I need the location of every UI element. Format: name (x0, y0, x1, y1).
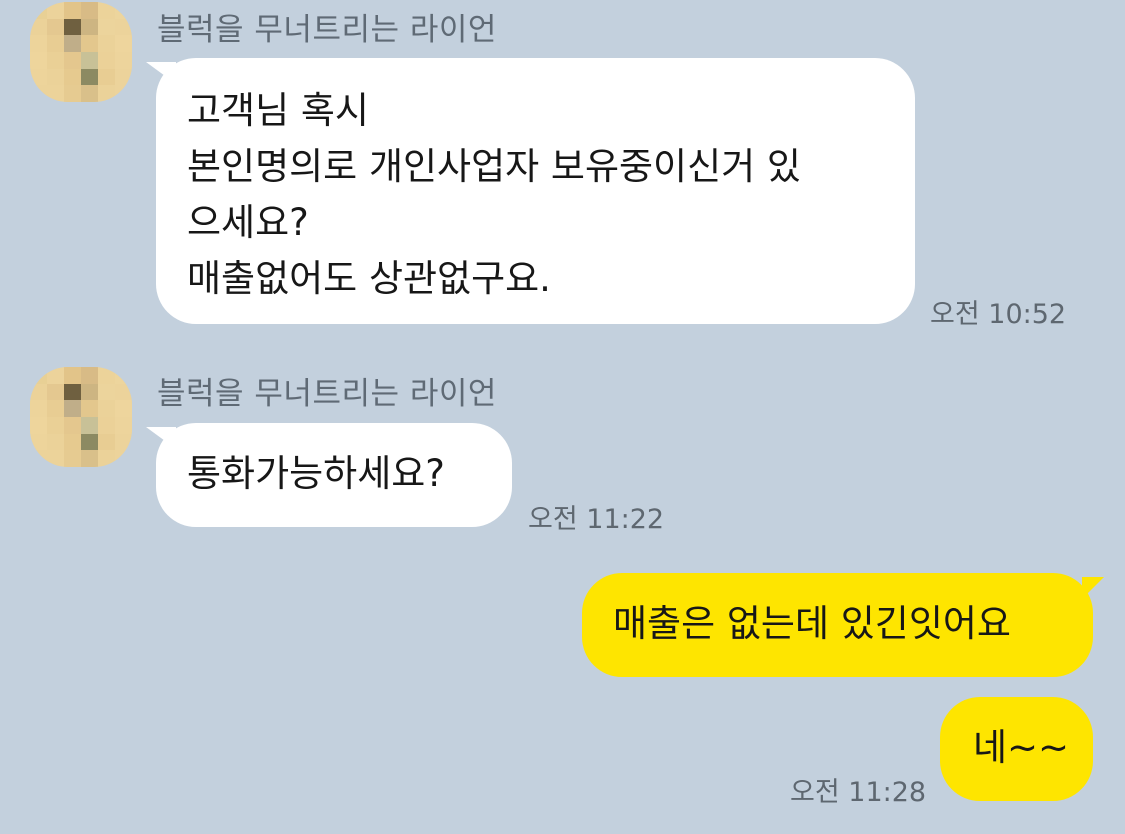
message-text-line: 으세요? (187, 201, 309, 244)
message-text-line: 네~~ (973, 726, 1070, 769)
message-bubble[interactable]: 고객님 혹시 본인명의로 개인사업자 보유중이신거 있 으세요? 매출없어도 상… (156, 58, 915, 324)
bubble-tail (1082, 577, 1104, 599)
message-text-line: 매출없어도 상관없구요. (187, 257, 551, 300)
message-bubble[interactable]: 통화가능하세요? (156, 423, 512, 527)
sender-name: 블럭을 무너트리는 라이언 (157, 376, 497, 412)
message-text-line: 고객님 혹시 (187, 89, 369, 132)
message-time: 오전 11:22 (528, 504, 665, 535)
sender-name: 블럭을 무너트리는 라이언 (157, 12, 497, 48)
message-bubble[interactable]: 매출은 없는데 있긴잇어요 (582, 573, 1093, 677)
avatar[interactable] (30, 367, 132, 467)
message-time: 오전 11:28 (790, 777, 927, 808)
message-text-line: 본인명의로 개인사업자 보유중이신거 있 (187, 145, 801, 188)
avatar[interactable] (30, 2, 132, 102)
message-text-line: 매출은 없는데 있긴잇어요 (613, 602, 1011, 645)
message-time: 오전 10:52 (930, 299, 1067, 330)
message-bubble[interactable]: 네~~ (940, 697, 1093, 801)
message-text-line: 통화가능하세요? (187, 452, 445, 495)
chat-area: 블럭을 무너트리는 라이언 고객님 혹시 본인명의로 개인사업자 보유중이신거 … (0, 0, 1125, 834)
